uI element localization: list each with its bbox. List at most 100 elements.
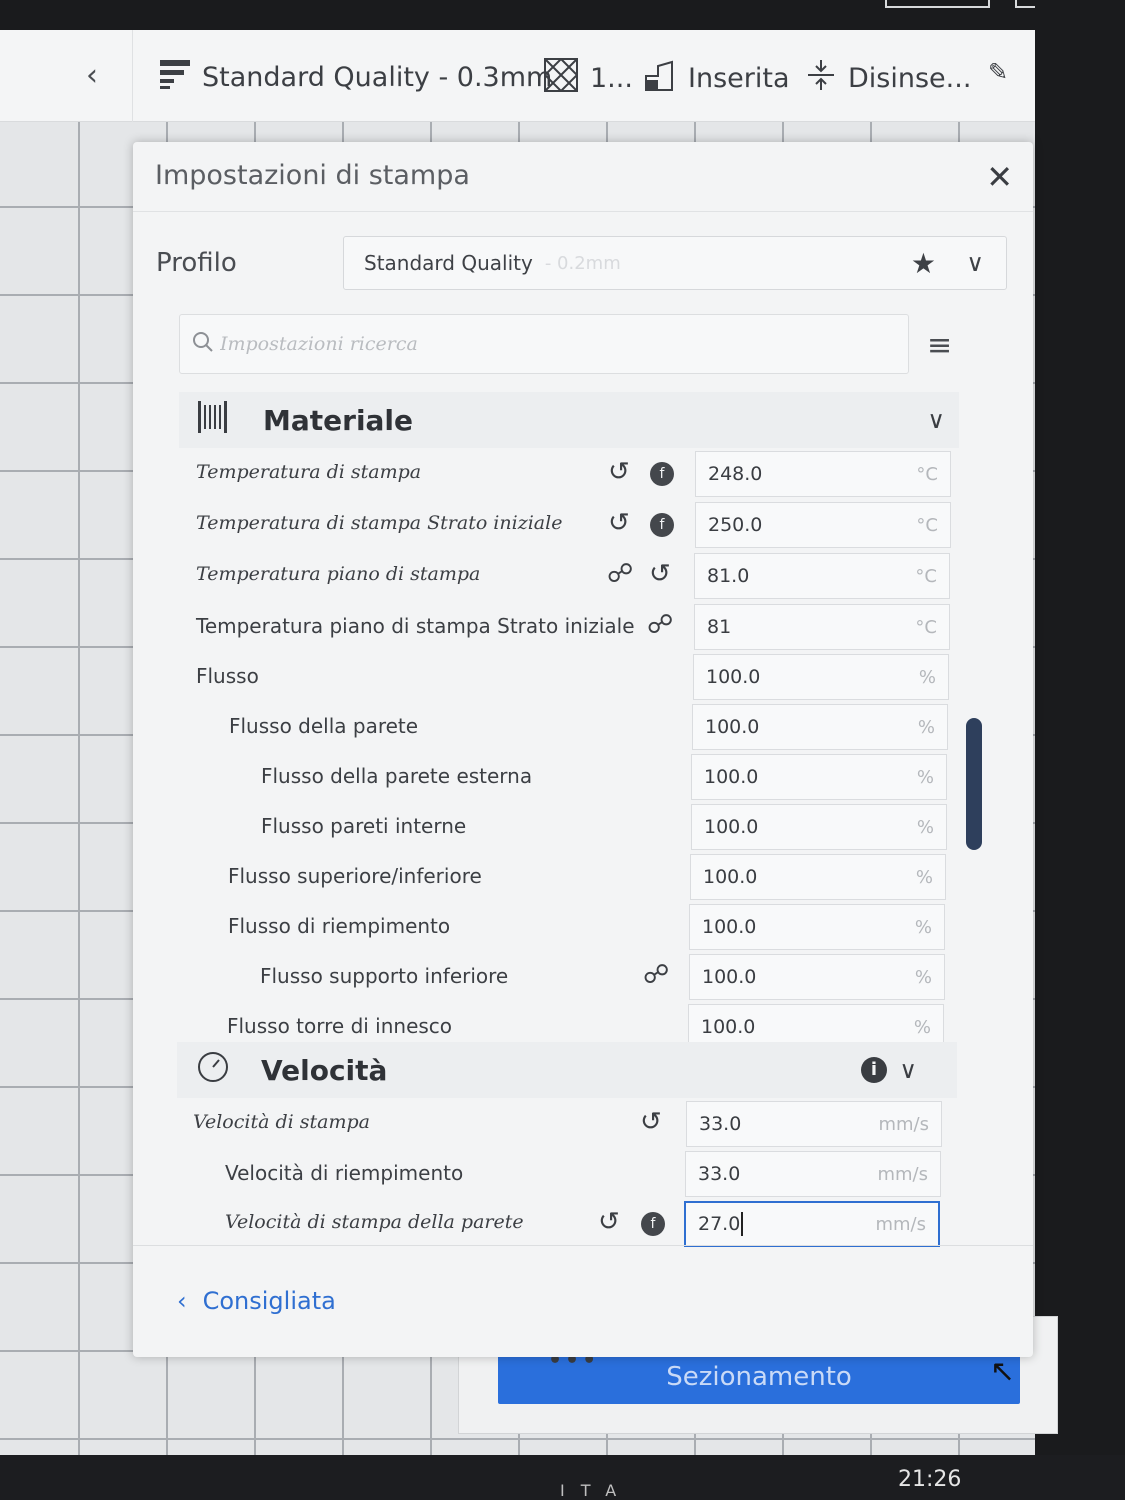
close-icon[interactable]: ✕ — [986, 158, 1013, 196]
settings-scrollbar[interactable] — [966, 718, 982, 850]
star-icon[interactable]: ★ — [911, 247, 936, 280]
pencil-icon[interactable]: ✎ — [988, 58, 1008, 86]
setting-row-flusso-parete-esterna: Flusso della parete esterna 100.0 % — [133, 752, 1033, 802]
header-divider — [132, 30, 133, 122]
setting-unit: % — [916, 766, 934, 788]
setting-unit: mm/s — [877, 1163, 928, 1185]
setting-value-field[interactable]: 27.0 mm/s — [684, 1201, 940, 1247]
profile-dropdown[interactable]: Standard Quality - 0.2mm ★ ∨ — [343, 236, 1007, 290]
window-chip — [885, 0, 990, 8]
setting-value-field[interactable]: 33.0 mm/s — [685, 1151, 941, 1197]
calculated-value-icon[interactable]: f — [641, 1212, 665, 1236]
setting-label: Flusso superiore/inferiore — [228, 864, 482, 888]
setting-row-velocita-stampa: Velocità di stampa ↺ 33.0 mm/s — [133, 1099, 1033, 1149]
setting-label: Velocità di stampa della parete — [225, 1211, 524, 1233]
setting-unit: % — [916, 816, 934, 838]
setting-value: 100.0 — [706, 666, 761, 688]
setting-unit: % — [915, 866, 933, 888]
setting-value-field[interactable]: 248.0 °C — [695, 451, 951, 497]
setting-value: 248.0 — [708, 463, 763, 485]
setting-label: Temperatura piano di stampa Strato inizi… — [196, 614, 635, 638]
settings-search-box[interactable] — [179, 314, 909, 374]
section-header-velocita[interactable]: Velocità i ∨ — [177, 1042, 957, 1098]
setting-row-flusso-supporto-inferiore: Flusso supporto inferiore ☍ 100.0 % — [133, 952, 1033, 1002]
setting-value: 100.0 — [703, 866, 758, 888]
section-header-materiale[interactable]: Materiale ∨ — [179, 392, 959, 448]
setting-value-field[interactable]: 100.0 % — [692, 704, 948, 750]
setting-value-field[interactable]: 100.0 % — [691, 754, 947, 800]
chevron-left-icon[interactable]: ‹ — [86, 58, 98, 93]
setting-value: 81.0 — [707, 565, 750, 587]
setting-row-velocita-riempimento: Velocità di riempimento 33.0 mm/s — [133, 1149, 1033, 1199]
setting-label: Flusso pareti interne — [261, 814, 467, 838]
adhesion-selector[interactable]: Disinse... — [806, 58, 971, 99]
link-icon[interactable]: ☍ — [647, 610, 673, 640]
taskbar-clock[interactable]: 21:26 — [898, 1467, 961, 1492]
recommended-mode-label: Consigliata — [202, 1287, 336, 1315]
support-selector[interactable]: Inserita — [642, 58, 790, 99]
setting-value: 250.0 — [708, 514, 763, 536]
calculated-value-icon[interactable]: f — [650, 462, 674, 486]
setting-unit: % — [914, 966, 932, 988]
adhesion-icon — [806, 58, 836, 99]
settings-visibility-menu-icon[interactable]: ≡ — [927, 328, 952, 363]
reset-icon[interactable]: ↺ — [608, 508, 630, 538]
panel-title: Impostazioni di stampa — [155, 160, 470, 191]
recommended-mode-button[interactable]: ‹ Consigliata — [153, 1270, 369, 1332]
text-caret — [741, 1212, 744, 1236]
infill-icon — [543, 57, 579, 99]
setting-label: Flusso di riempimento — [228, 914, 451, 938]
search-icon — [192, 331, 214, 357]
setting-row-temperatura-piano: Temperatura piano di stampa ☍ ↺ 81.0 °C — [133, 551, 1033, 601]
support-icon — [642, 58, 676, 99]
setting-value-field[interactable]: 100.0 % — [689, 954, 945, 1000]
reset-icon[interactable]: ↺ — [608, 457, 630, 487]
profile-lines-icon — [160, 58, 190, 97]
top-window-edge — [0, 0, 1125, 30]
setting-unit: % — [917, 716, 935, 738]
setting-value-field[interactable]: 100.0 % — [689, 904, 945, 950]
setting-row-flusso: Flusso 100.0 % — [133, 652, 1033, 702]
material-barcode-icon — [197, 400, 233, 440]
chevron-down-icon[interactable]: ∨ — [966, 249, 984, 277]
setting-value-field[interactable]: 250.0 °C — [695, 502, 951, 548]
print-profile-name: Standard Quality - 0.3mm — [202, 62, 553, 93]
setting-value-field[interactable]: 100.0 % — [691, 804, 947, 850]
info-icon[interactable]: i — [861, 1057, 887, 1083]
screen-bezel-right — [1035, 0, 1125, 1500]
setting-unit: % — [914, 916, 932, 938]
reset-icon[interactable]: ↺ — [640, 1107, 662, 1137]
setting-value: 100.0 — [701, 1016, 756, 1038]
setting-value-field[interactable]: 81.0 °C — [694, 553, 950, 599]
reset-icon[interactable]: ↺ — [598, 1207, 620, 1237]
setting-value-field[interactable]: 33.0 mm/s — [686, 1101, 942, 1147]
setting-unit: % — [918, 666, 936, 688]
setting-value: 100.0 — [704, 816, 759, 838]
extruder-selector[interactable]: 1... — [543, 57, 633, 99]
profile-value: Standard Quality — [364, 251, 533, 275]
link-icon[interactable]: ☍ — [607, 559, 633, 589]
setting-value: 33.0 — [698, 1163, 741, 1185]
support-label: Inserita — [688, 63, 790, 94]
setting-label: Flusso torre di innesco — [227, 1014, 453, 1038]
setting-label: Flusso supporto inferiore — [260, 964, 509, 988]
setting-row-flusso-superiore-inferiore: Flusso superiore/inferiore 100.0 % — [133, 852, 1033, 902]
search-input[interactable] — [220, 333, 900, 355]
reset-icon[interactable]: ↺ — [649, 559, 671, 589]
profile-value-suffix: - 0.2mm — [544, 252, 621, 274]
setting-value-field[interactable]: 81 °C — [694, 604, 950, 650]
setting-value: 100.0 — [702, 916, 757, 938]
setting-row-temperatura-stampa-strato-iniziale: Temperatura di stampa Strato iniziale ↺ … — [133, 500, 1033, 550]
calculated-value-icon[interactable]: f — [650, 513, 674, 537]
print-profile-selector[interactable]: Standard Quality - 0.3mm — [160, 58, 552, 97]
speedometer-icon — [195, 1051, 231, 1090]
os-taskbar: ITA 21:26 — [0, 1455, 1125, 1500]
setting-row-temperatura-stampa: Temperatura di stampa ↺ f 248.0 °C — [133, 449, 1033, 499]
setting-value-field[interactable]: 100.0 % — [690, 854, 946, 900]
chevron-left-icon: ‹ — [177, 1287, 187, 1315]
setting-label: Velocità di riempimento — [225, 1161, 464, 1185]
setting-value-field[interactable]: 100.0 % — [693, 654, 949, 700]
setting-row-flusso-pareti-interne: Flusso pareti interne 100.0 % — [133, 802, 1033, 852]
setting-unit: mm/s — [878, 1113, 929, 1135]
link-icon[interactable]: ☍ — [643, 960, 669, 990]
